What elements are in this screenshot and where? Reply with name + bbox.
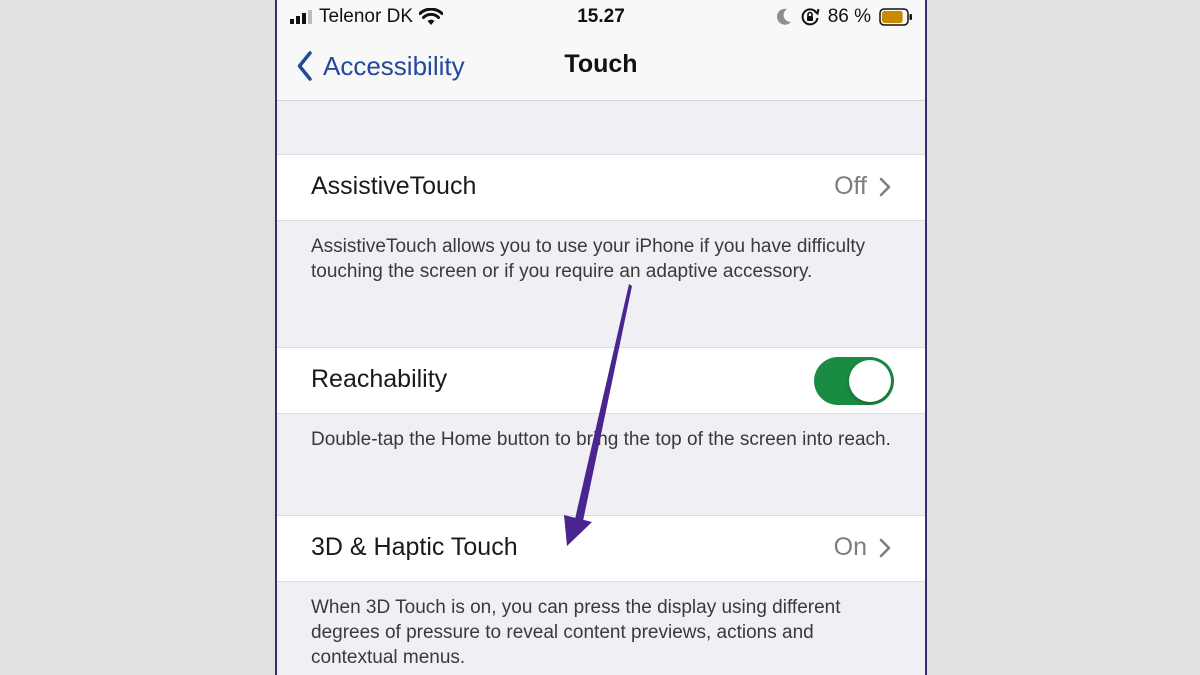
- assistive-touch-value: Off: [834, 172, 867, 200]
- haptic-touch-label: 3D & Haptic Touch: [311, 533, 518, 561]
- assistive-touch-description: AssistiveTouch allows you to use your iP…: [311, 236, 866, 282]
- chevron-right-icon: [879, 177, 891, 197]
- battery-level-fill: [882, 11, 903, 23]
- moon-icon: [776, 8, 791, 25]
- chevron-right-icon: [879, 538, 891, 558]
- page-title: Touch: [564, 50, 638, 78]
- battery-percent: 86 %: [827, 6, 871, 27]
- toggle-knob: [849, 360, 891, 402]
- phone-screen: Telenor DK 15.27 86 % Accessibility Touc…: [275, 0, 927, 675]
- haptic-touch-description: When 3D Touch is on, you can press the d…: [311, 597, 841, 668]
- navigation-bar: Accessibility Touch: [277, 34, 925, 101]
- reachability-row: Reachability: [277, 347, 925, 414]
- battery-icon: [879, 8, 912, 26]
- haptic-touch-row[interactable]: 3D & Haptic Touch On: [277, 515, 925, 582]
- reachability-toggle[interactable]: [814, 357, 894, 405]
- reachability-description: Double-tap the Home button to bring the …: [311, 429, 891, 450]
- assistive-touch-row[interactable]: AssistiveTouch Off: [277, 154, 925, 221]
- haptic-touch-value: On: [833, 533, 867, 561]
- orientation-lock-icon: [801, 8, 820, 26]
- reachability-label: Reachability: [311, 365, 448, 393]
- status-bar: Telenor DK 15.27 86 %: [277, 0, 925, 34]
- status-right: 86 %: [776, 6, 913, 28]
- assistive-touch-label: AssistiveTouch: [311, 172, 477, 200]
